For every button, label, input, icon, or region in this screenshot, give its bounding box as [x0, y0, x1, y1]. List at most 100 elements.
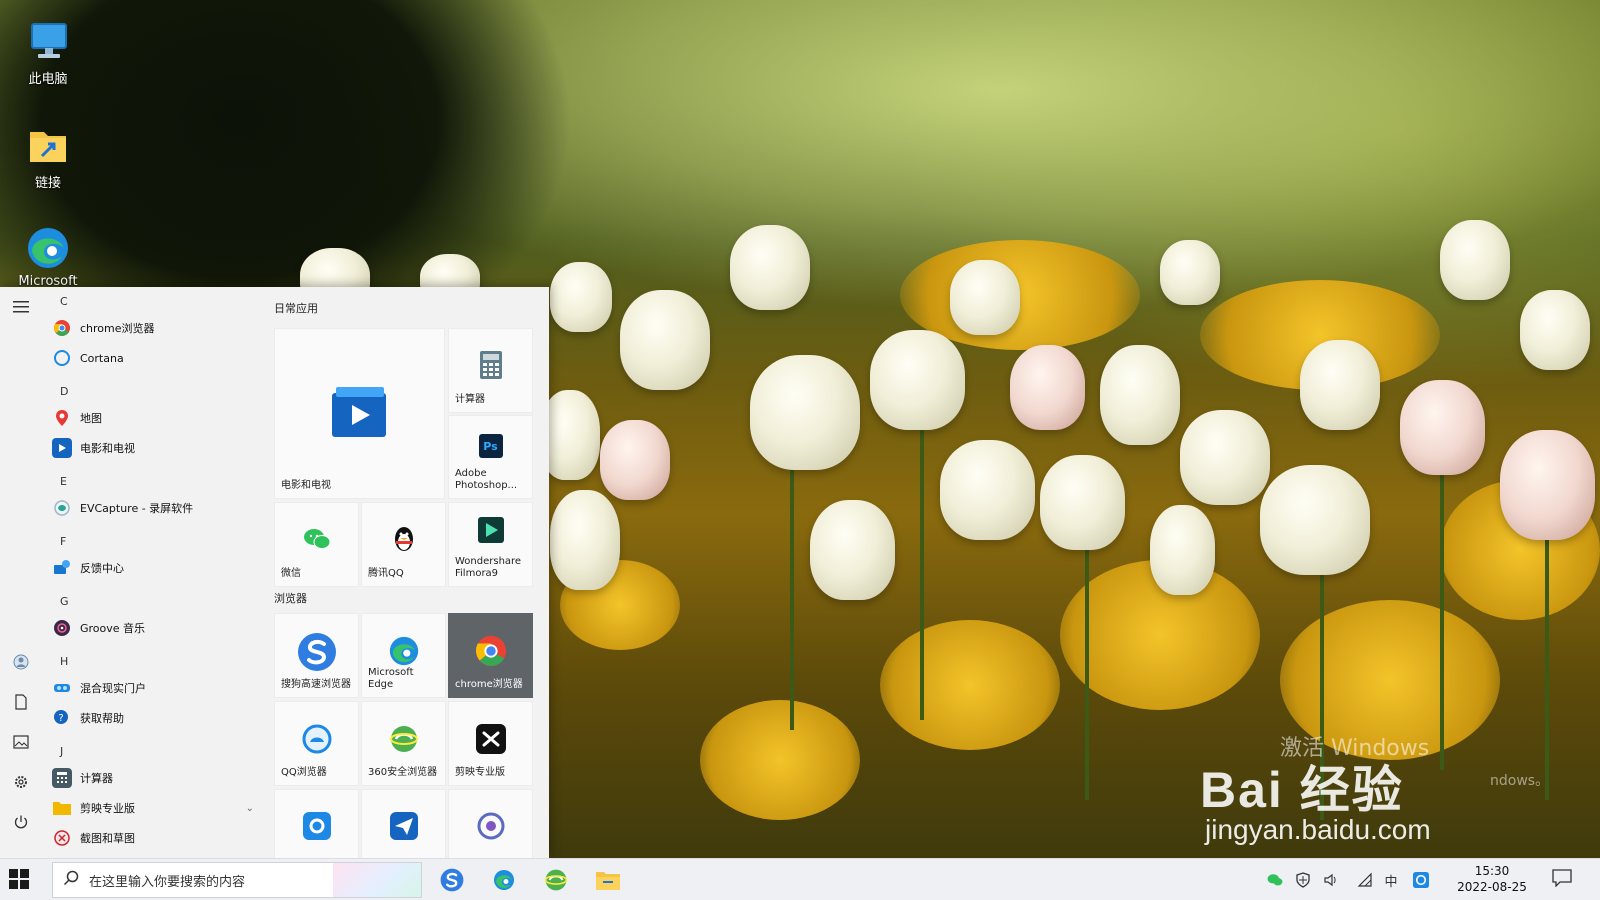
pictures-button[interactable] [11, 732, 31, 752]
wifi-icon [1357, 872, 1372, 887]
app-item-label: chrome浏览器 [80, 322, 155, 335]
tile-360-browser[interactable]: 360安全浏览器 [361, 701, 446, 786]
start-button[interactable] [8, 868, 32, 892]
qq-browser-icon [302, 724, 332, 754]
settings-button[interactable] [11, 772, 31, 792]
wallpaper-tulip [1260, 465, 1370, 575]
letter-header[interactable]: H [60, 655, 68, 668]
taskbar-search-box[interactable]: 在这里输入你要搜索的内容 [52, 862, 422, 898]
app-item-groove-music[interactable]: Groove 音乐 [52, 615, 262, 641]
letter-header[interactable]: J [60, 745, 63, 758]
wallpaper-stem [790, 470, 794, 730]
tile-label: 电影和电视 [281, 480, 331, 491]
tray-qq-browser[interactable] [1412, 871, 1430, 889]
tile-app-extra-3[interactable] [448, 789, 533, 858]
taskbar-app-360[interactable] [541, 865, 571, 895]
app-item-maps[interactable]: 地图 [52, 405, 262, 431]
letter-header[interactable]: G [60, 595, 69, 608]
watermark-url: jingyan.baidu.com [1205, 814, 1431, 845]
chevron-down-icon[interactable]: ⌄ [246, 803, 254, 814]
letter-header[interactable]: D [60, 385, 68, 398]
wallpaper-tulip [600, 420, 670, 500]
desktop-icon-label: Microsoft [18, 274, 78, 286]
picture-icon [13, 735, 29, 749]
letter-header[interactable]: E [60, 475, 67, 488]
tile-wechat[interactable]: 微信 [274, 502, 359, 587]
wallpaper-tulip [550, 490, 620, 590]
app-item-chrome[interactable]: chrome浏览器 [52, 315, 262, 341]
desktop-icon-this-pc[interactable]: 此电脑 [13, 18, 83, 87]
tile-filmora[interactable]: Wondershare Filmora9 [448, 502, 533, 587]
app-folder-capcut[interactable]: 剪映专业版 ⌄ [52, 795, 262, 821]
app-send-icon [389, 812, 418, 840]
wallpaper-tulip [550, 262, 612, 332]
app-item-calculator[interactable]: 计算器 [52, 765, 262, 791]
tile-calculator[interactable]: 计算器 [448, 328, 533, 413]
taskbar-app-edge[interactable] [489, 865, 519, 895]
tray-security[interactable] [1294, 871, 1312, 889]
letter-header[interactable]: C [60, 295, 68, 308]
tile-qq-browser[interactable]: QQ浏览器 [274, 701, 359, 786]
app-item-get-help[interactable]: ? 获取帮助 [52, 705, 262, 731]
app-item-evcapture[interactable]: EVCapture - 录屏软件 [52, 495, 262, 521]
app-item-label: 剪映专业版 [80, 802, 135, 815]
expand-menu-button[interactable] [11, 297, 31, 317]
app-item-mixed-reality[interactable]: 混合现实门户 [52, 675, 262, 701]
wallpaper-tulip [1520, 290, 1590, 370]
tile-app-extra-1[interactable] [274, 789, 359, 858]
sogou-icon [297, 632, 337, 672]
taskbar: 在这里输入你要搜索的内容 中 15:30 2022-08-25 [0, 858, 1600, 900]
wallpaper-tulip [950, 260, 1020, 335]
app-blue-icon [302, 812, 331, 840]
tile-label: 计算器 [455, 394, 485, 405]
documents-button[interactable] [11, 692, 31, 712]
user-account-button[interactable] [11, 652, 31, 672]
action-center-button[interactable] [1552, 869, 1574, 891]
app-item-label: 地图 [80, 412, 102, 425]
map-pin-icon [52, 408, 72, 428]
wechat-icon [1267, 874, 1283, 886]
desktop-icon-edge[interactable]: Microsoft [13, 224, 83, 286]
edge-icon [24, 224, 72, 272]
tile-label: Adobe Photoshop... [455, 468, 518, 491]
power-button[interactable] [11, 812, 31, 832]
tray-network[interactable] [1356, 871, 1374, 889]
tile-chrome[interactable]: chrome浏览器 [448, 613, 533, 698]
tile-sogou-browser[interactable]: 搜狗高速浏览器 [274, 613, 359, 698]
movies-icon [52, 438, 72, 458]
tile-movies-tv[interactable]: 电影和电视 [274, 328, 445, 499]
search-placeholder: 在这里输入你要搜索的内容 [89, 874, 246, 890]
tile-capcut[interactable]: 剪映专业版 [448, 701, 533, 786]
wallpaper-tulip [1300, 340, 1380, 430]
search-highlight-banner[interactable] [333, 863, 421, 897]
tray-volume[interactable] [1322, 871, 1340, 889]
windows-logo-icon [9, 869, 29, 889]
document-icon [15, 694, 27, 710]
calculator-icon [52, 768, 72, 788]
tile-label: 搜狗高速浏览器 [281, 679, 351, 690]
wallpaper-tulip [1440, 220, 1510, 300]
app-item-label: Cortana [80, 351, 124, 365]
app-item-snip-sketch[interactable]: 截图和草图 [52, 825, 262, 851]
taskbar-app-sogou[interactable] [437, 865, 467, 895]
tile-group-daily-apps[interactable]: 日常应用 [274, 300, 318, 316]
app-item-movies-tv[interactable]: 电影和电视 [52, 435, 262, 461]
tile-edge[interactable]: Microsoft Edge [361, 613, 446, 698]
tray-ime[interactable]: 中 [1382, 871, 1400, 890]
tile-app-extra-2[interactable] [361, 789, 446, 858]
wallpaper-tulip [620, 290, 710, 390]
wallpaper-tulip [940, 440, 1035, 540]
desktop-icon-link[interactable]: 链接 [13, 122, 83, 191]
speaker-icon [1324, 873, 1336, 887]
letter-header[interactable]: F [60, 535, 66, 548]
tile-photoshop[interactable]: Ps Adobe Photoshop... [448, 415, 533, 499]
app-item-cortana[interactable]: Cortana [52, 345, 262, 371]
tray-wechat[interactable] [1266, 871, 1284, 889]
app-item-feedback-hub[interactable]: 反馈中心 [52, 555, 262, 581]
wallpaper-flower [700, 700, 860, 820]
taskbar-app-file-explorer[interactable] [593, 865, 623, 895]
app-item-label: 混合现实门户 [80, 682, 146, 695]
tile-qq[interactable]: 腾讯QQ [361, 502, 446, 587]
taskbar-clock[interactable]: 15:30 2022-08-25 [1452, 863, 1532, 895]
tile-group-browsers[interactable]: 浏览器 [274, 590, 307, 606]
